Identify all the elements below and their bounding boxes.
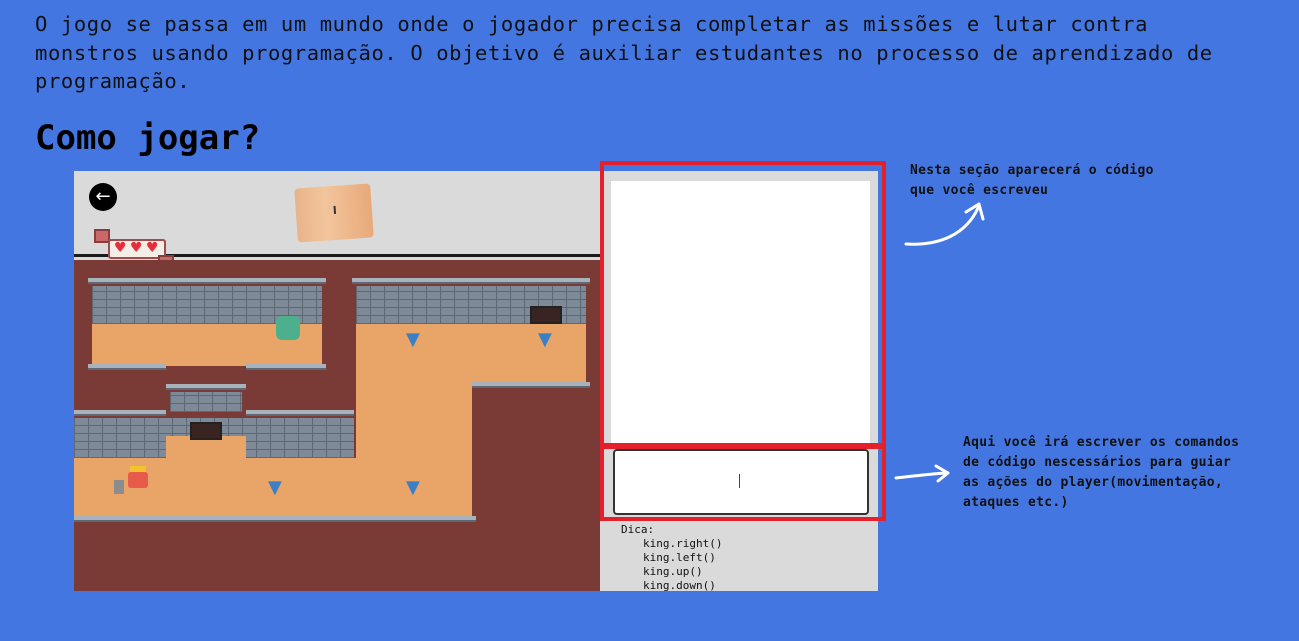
diamond-icon: ▼ bbox=[406, 477, 420, 498]
code-display-area bbox=[611, 181, 870, 443]
pig-enemy bbox=[276, 316, 300, 340]
health-bar: ♥ ♥ ♥ bbox=[94, 229, 184, 269]
wall-rim bbox=[166, 384, 246, 390]
king-player bbox=[114, 466, 150, 496]
annotation-line: Aqui você irá escrever os comandos bbox=[963, 435, 1240, 450]
game-map: ▼ ▼ ▼ ▼ bbox=[74, 260, 600, 591]
command-input[interactable] bbox=[613, 449, 869, 515]
intro-line-3: programação. bbox=[35, 69, 191, 93]
heart-icon: ♥ bbox=[146, 240, 159, 256]
wall-rim bbox=[88, 278, 326, 284]
game-view: ← ♥ ♥ ♥ ▼ ▼ ▼ ▼ bbox=[74, 171, 600, 591]
tip-command: king.down() bbox=[643, 579, 716, 591]
section-title: Como jogar? bbox=[35, 118, 261, 158]
diamond-icon: ▼ bbox=[268, 477, 282, 498]
door bbox=[190, 422, 222, 440]
command-input-annotation: Aqui você irá escrever os comandos de có… bbox=[963, 433, 1239, 513]
wall-rim bbox=[74, 410, 166, 416]
floor bbox=[356, 382, 472, 458]
diamond-icon: ▼ bbox=[406, 329, 420, 350]
game-hud: ← ♥ ♥ ♥ bbox=[74, 171, 600, 269]
intro-line-2: monstros usando programação. O objetivo … bbox=[35, 40, 1213, 65]
wall-rim bbox=[88, 364, 166, 370]
game-screenshot: ← ♥ ♥ ♥ ▼ ▼ ▼ ▼ Dica: king.right() king.… bbox=[74, 171, 878, 591]
wall-rim bbox=[472, 382, 590, 388]
brick-wall bbox=[170, 392, 242, 412]
tips-panel: Dica: king.right() king.left() king.up()… bbox=[621, 523, 861, 591]
scroll-icon bbox=[294, 183, 374, 243]
wall-rim bbox=[74, 516, 476, 522]
text-caret bbox=[739, 474, 740, 488]
tips-label: Dica: bbox=[621, 523, 655, 536]
arrow-left-icon[interactable]: ← bbox=[89, 183, 117, 211]
heart-icon: ♥ bbox=[130, 240, 143, 256]
tip-command: king.right() bbox=[643, 537, 723, 550]
wall-rim bbox=[246, 364, 326, 370]
wall-rim bbox=[352, 278, 590, 284]
annotation-line: Nesta seção aparecerá o código bbox=[910, 163, 1154, 178]
wall-rim bbox=[246, 410, 354, 416]
intro-line-1: O jogo se passa em um mundo onde o jogad… bbox=[35, 12, 1149, 36]
curved-arrow-icon bbox=[904, 202, 985, 246]
annotation-line: de código nescessários para guiar bbox=[963, 455, 1232, 470]
heart-icon: ♥ bbox=[114, 240, 127, 256]
annotation-line: as ações do player(movimentação, bbox=[963, 475, 1224, 490]
tip-command: king.up() bbox=[643, 565, 703, 578]
annotation-line: ataques etc.) bbox=[963, 495, 1069, 510]
intro-paragraph: O jogo se passa em um mundo onde o jogad… bbox=[35, 10, 1265, 96]
door bbox=[530, 306, 562, 324]
arrow-right-icon bbox=[894, 464, 950, 483]
diamond-icon: ▼ bbox=[538, 329, 552, 350]
code-view-annotation: Nesta seção aparecerá o código que você … bbox=[910, 161, 1154, 201]
tip-command: king.left() bbox=[643, 551, 716, 564]
